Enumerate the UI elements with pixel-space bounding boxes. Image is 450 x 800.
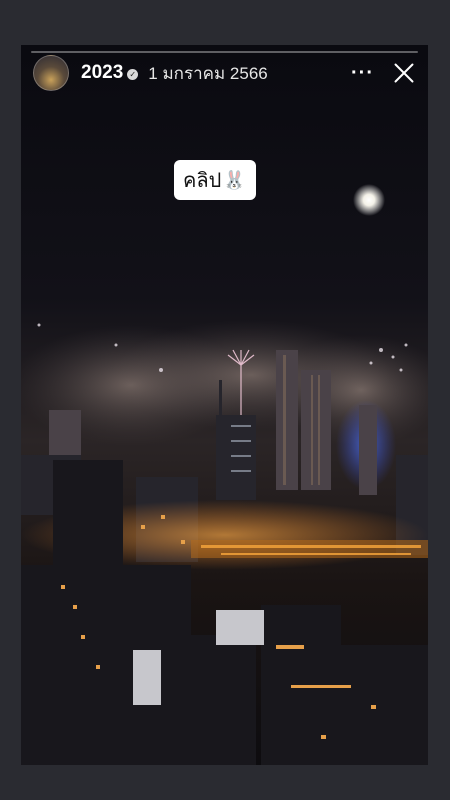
verified-icon: ✓ (127, 68, 139, 80)
close-icon[interactable] (392, 61, 416, 85)
avatar[interactable] (33, 55, 69, 91)
more-icon[interactable]: ··· (351, 63, 374, 83)
bunny-emoji-icon: 🐰 (223, 169, 246, 190)
night-city-fireworks-image (21, 45, 428, 765)
sticker-text: คลิป (183, 170, 222, 192)
text-sticker: คลิป 🐰 (174, 160, 256, 200)
story-header: 2023 ✓ 1 มกราคม 2566 ··· (33, 55, 418, 91)
story-media[interactable]: 2023 ✓ 1 มกราคม 2566 ··· คลิป 🐰 (21, 45, 428, 765)
story-progress-bar (31, 51, 418, 53)
story-date: 1 มกราคม 2566 (148, 63, 268, 83)
story-viewer-frame: 2023 ✓ 1 มกราคม 2566 ··· คลิป 🐰 (0, 0, 450, 800)
username[interactable]: 2023 (81, 62, 123, 84)
